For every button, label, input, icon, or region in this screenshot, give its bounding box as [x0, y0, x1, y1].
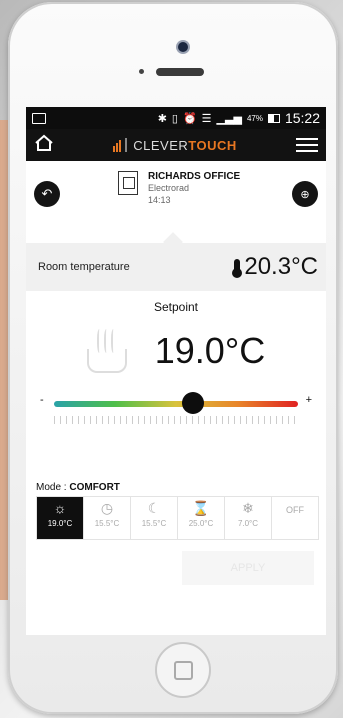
mode-button-frost[interactable]: ❄ 7.0°C	[224, 496, 272, 540]
back-icon[interactable]: ↶	[34, 181, 60, 207]
bluetooth-icon: ✱	[157, 112, 167, 125]
slider-ticks	[54, 416, 298, 424]
device-name: RICHARDS OFFICE	[148, 171, 241, 182]
room-temperature-label: Room temperature	[38, 261, 130, 273]
status-time: 15:22	[284, 110, 320, 126]
comfort-icon: ☼	[53, 500, 67, 516]
brand-logo: CLEVER TOUCH	[113, 138, 237, 153]
wifi-icon: ☰	[201, 112, 212, 125]
setpoint-value: 19.0°C	[154, 330, 266, 371]
mode-button-boost[interactable]: ⌛ 25.0°C	[177, 496, 225, 540]
apply-button[interactable]: APPLY	[182, 551, 314, 585]
mode-selector: ☼ 19.0°C ◷ 15.5°C ☾ 15.5°C ⌛ 25.0°C ❄ 7.0°C OFF	[36, 496, 319, 540]
device-info: RICHARDS OFFICE Electrorad 14:13	[118, 171, 240, 206]
room-temperature-value: 20.3°C	[244, 253, 318, 280]
mode-current: COMFORT	[69, 482, 120, 493]
device-time: 14:13	[148, 195, 171, 205]
increase-button[interactable]: +	[306, 394, 312, 406]
night-icon: ☾	[147, 500, 161, 516]
setpoint-label: Setpoint	[153, 300, 199, 314]
device-type: Electrorad	[148, 183, 190, 193]
mode-label: Mode : COMFORT	[36, 482, 120, 493]
home-icon[interactable]	[34, 134, 54, 157]
slider-track[interactable]	[54, 401, 298, 407]
hamburger-menu-icon[interactable]	[295, 138, 318, 152]
speaker	[156, 68, 204, 76]
device-header: ↶ RICHARDS OFFICE Electrorad 14:13 ⊕	[26, 161, 326, 252]
mode-temp: 25.0°C	[188, 519, 214, 528]
decrease-button[interactable]: -	[40, 394, 44, 406]
mode-temp: 15.5°C	[141, 519, 167, 528]
logo-bars-icon	[113, 138, 128, 152]
app-header: CLEVER TOUCH	[26, 129, 326, 161]
mode-temp: 15.5°C	[94, 519, 120, 528]
mode-button-eco[interactable]: ◷ 15.5°C	[83, 496, 131, 540]
vibrate-icon: ▯	[171, 112, 178, 125]
slider-knob[interactable]	[182, 392, 205, 414]
signal-icon: ▁▃▅	[216, 112, 242, 125]
camera	[178, 42, 188, 52]
frost-icon: ❄	[242, 500, 254, 516]
heat-icon	[86, 329, 127, 373]
mode-temp: 7.0°C	[237, 519, 259, 528]
battery-icon	[267, 113, 280, 123]
thermometer-icon	[232, 259, 243, 278]
app-screen: ✱ ▯ ⏰ ☰ ▁▃▅ 47% 15:22 CLEVER TOUCH ↶ RICH…	[26, 107, 326, 635]
setpoint-display: 19.0°C	[26, 326, 326, 376]
room-temperature-row: Room temperature 20.3°C	[26, 243, 326, 291]
battery-text: 47%	[246, 113, 263, 123]
status-bar: ✱ ▯ ⏰ ☰ ▁▃▅ 47% 15:22	[26, 107, 326, 129]
eco-icon: ◷	[100, 500, 114, 516]
alarm-icon: ⏰	[182, 112, 197, 125]
screenshot-icon	[32, 112, 46, 124]
zone-settings-icon[interactable]: ⊕	[292, 181, 318, 207]
radiator-icon	[118, 171, 138, 195]
mode-button-night[interactable]: ☾ 15.5°C	[130, 496, 178, 540]
setpoint-slider[interactable]: - +	[26, 392, 326, 456]
mode-button-off[interactable]: OFF	[271, 496, 319, 540]
off-icon: OFF	[286, 505, 304, 515]
sensor	[139, 69, 144, 74]
mode-temp: 19.0°C	[47, 519, 73, 528]
boost-icon: ⌛	[192, 500, 210, 516]
home-button[interactable]	[155, 642, 211, 698]
mode-button-comfort[interactable]: ☼ 19.0°C	[36, 496, 84, 540]
